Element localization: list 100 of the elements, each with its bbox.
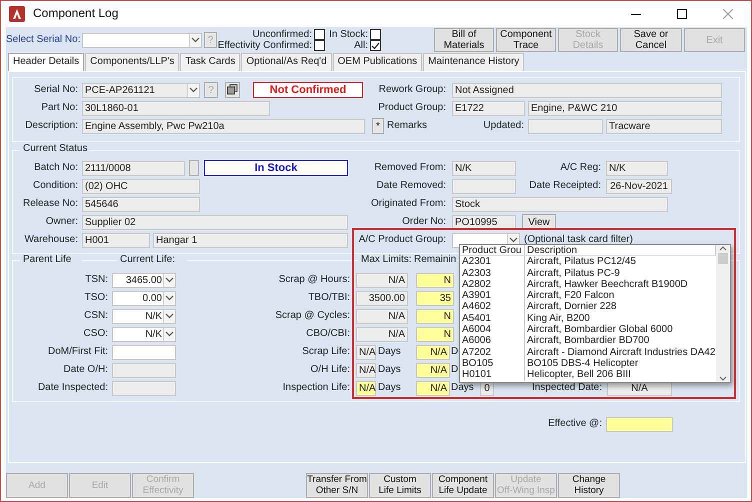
tab[interactable]: Components/LLP's [85,53,180,71]
text-field[interactable] [606,416,673,432]
text-field[interactable] [112,380,176,396]
text-field[interactable]: 2111/0008 [82,160,185,176]
text-field[interactable]: N/K [606,160,668,176]
text-field[interactable]: Not Assigned [452,82,722,98]
toolbar-button[interactable]: Component Trace [496,28,556,52]
option-description[interactable]: Aircraft, Dornier 228 [525,301,716,313]
field-label: CSN: [83,310,109,322]
text-field[interactable]: N [416,326,454,342]
serial-dropdown[interactable]: PCE-AP261121 [82,82,200,98]
text-field[interactable] [112,362,176,378]
text-field[interactable]: Engine Assembly, Pwc Pw210a [82,118,365,134]
life-dropdown[interactable]: 0.00 [112,290,176,306]
text-field[interactable]: Engine, P&WC 210 [528,100,722,116]
text-field[interactable]: H001 [82,232,150,248]
tab[interactable]: Optional/As Req'd [241,53,332,71]
toolbar-button[interactable]: Save or Cancel [620,28,682,52]
chevron-up-icon[interactable] [719,245,727,251]
text-field[interactable]: E1722 [452,100,525,116]
footer-button[interactable]: Change History [558,472,620,498]
close-icon[interactable] [723,9,733,19]
text-field[interactable]: 545646 [82,196,200,212]
tab[interactable]: Task Cards [180,53,240,71]
text-field[interactable]: PO10995 [452,214,516,230]
text-field[interactable]: Supplier 02 [82,214,348,230]
option-description[interactable]: Aircraft - Diamond Aircraft Industries DA42 [525,346,716,358]
option-description[interactable]: Aircraft, Hawker Beechcraft B1900D [525,278,716,290]
footer-button[interactable]: Custom Life Limits [369,472,431,498]
checkbox[interactable] [370,29,381,40]
text-field[interactable]: N/K [452,160,516,176]
maximize-icon[interactable] [677,9,687,19]
option-code[interactable]: A3901 [460,290,525,302]
text-field[interactable]: Stock [452,196,668,212]
remarks-button[interactable]: * [372,118,384,134]
option-code[interactable]: A2303 [460,268,525,279]
checkbox[interactable] [314,29,325,40]
option-code[interactable]: A2802 [460,278,525,290]
option-description[interactable]: Aircraft, F20 Falcon [525,290,716,302]
option-code[interactable]: A5401 [460,312,525,324]
text-field[interactable]: N/A [356,380,376,396]
option-code[interactable]: A6006 [460,335,525,347]
text-field[interactable]: N/A [356,362,376,378]
window-title: Component Log [33,7,118,21]
text-field[interactable]: 3500.00 [356,290,408,306]
text-field[interactable]: 26-Nov-2021 [606,178,672,194]
life-dropdown[interactable]: N/K [112,308,176,324]
option-description[interactable]: BO105 DBS-4 Helicopter [525,358,716,370]
option-code[interactable]: H0101 [460,369,525,381]
text-field[interactable]: N/A [356,272,408,288]
text-field[interactable]: 35 [416,290,454,306]
field-label: Inspection Life: [282,382,351,394]
text-field[interactable]: (02) OHC [82,178,200,194]
option-description[interactable]: Helicopter, Bell 206 BIII [525,369,716,381]
field-label: Unconfirmed: [252,29,313,40]
option-code[interactable]: A2301 [460,256,525,268]
checkbox[interactable] [314,40,325,51]
checkbox[interactable] [370,40,381,51]
text-field[interactable]: N [416,308,454,324]
text-field[interactable] [112,344,176,360]
text-field[interactable]: N/A [416,362,450,378]
footer-button[interactable]: Transfer From Other S/N [306,472,368,498]
scroll-thumb[interactable] [718,253,728,264]
text-field[interactable]: N/A [356,326,408,342]
option-code[interactable]: A7202 [460,346,525,358]
toolbar-button[interactable]: Bill of Materials [434,28,494,52]
text-field[interactable]: N/A [356,344,376,360]
option-description[interactable]: King Air, B200 [525,312,716,324]
tab[interactable]: OEM Publications [332,53,422,71]
option-code[interactable]: BO105 [460,358,525,370]
icon-button[interactable] [225,82,240,98]
text-field[interactable] [452,178,516,194]
text-field[interactable]: N [416,272,454,288]
text-field[interactable]: N/A [416,380,450,396]
option-code[interactable]: A4602 [460,301,525,313]
tab[interactable]: Header Details [8,53,84,71]
field-label: Scrap @ Hours: [278,274,351,286]
text-field[interactable]: 30L1860-01 [82,100,270,116]
field-label: Originated From: [370,198,447,210]
option-code[interactable]: A6004 [460,324,525,336]
text-field[interactable]: N/A [356,308,408,324]
life-dropdown[interactable]: N/K [112,326,176,342]
life-dropdown[interactable]: 3465.00 [112,272,176,288]
text-field[interactable] [528,118,603,134]
tab[interactable]: Maintenance History [423,53,524,71]
option-description[interactable]: Aircraft, Bombardier Global 6000 [525,324,716,336]
text-field[interactable]: Tracware [606,118,722,134]
option-description[interactable]: Aircraft, Pilatus PC12/45 [525,256,716,268]
field-label: Days [377,364,402,376]
text-field[interactable]: N/A [416,344,450,360]
status-text: In Stock [204,160,348,176]
field-label: Inspected Date: [530,382,603,394]
text-field[interactable]: Hangar 1 [153,232,348,248]
field-label: Release No: [22,198,79,210]
footer-button[interactable]: Component Life Update [432,472,494,498]
option-description[interactable]: Aircraft, Bombardier BD700 [525,335,716,347]
option-description[interactable]: Aircraft, Pilatus PC-9 [525,268,716,279]
chevron-down-icon[interactable] [719,376,727,382]
document-stack-icon [227,84,238,96]
field-label: Days [377,346,402,358]
